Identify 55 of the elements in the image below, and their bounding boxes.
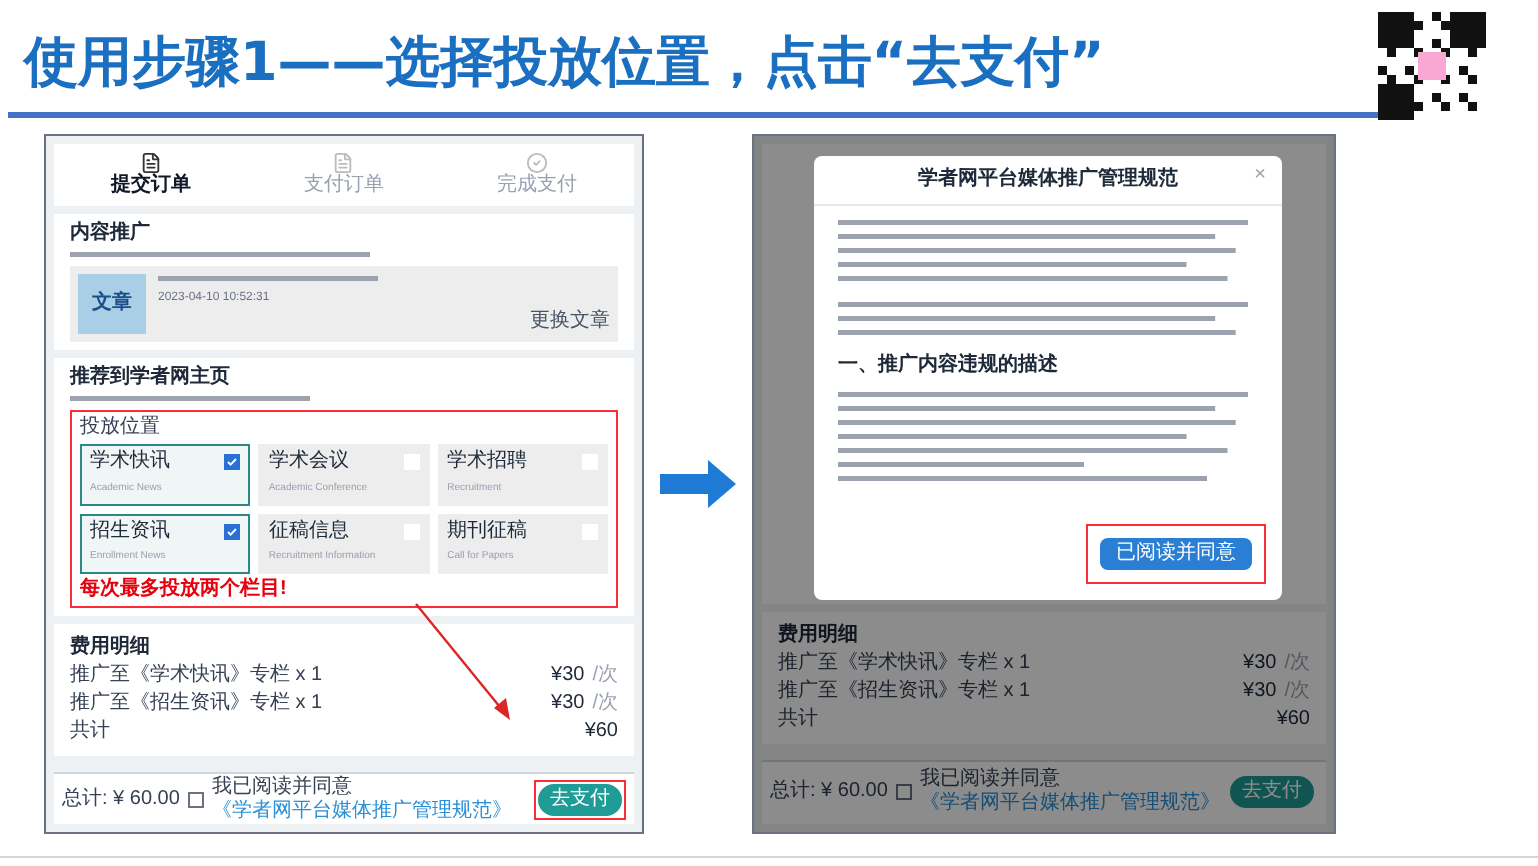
section-title: 一、推广内容违规的描述: [838, 354, 1060, 378]
thumbnail-text: 文章: [92, 292, 132, 316]
option-name: 学术招聘: [447, 450, 528, 475]
document-icon: [332, 152, 355, 174]
accept-button[interactable]: 已阅读并同意: [1100, 538, 1252, 570]
fee-unit: /次: [592, 664, 618, 688]
fee-item-label: 推广至《学术快讯》专栏 x 1: [778, 651, 1031, 676]
fee-price: ¥30: [1243, 679, 1277, 704]
step-label: 提交订单: [110, 174, 191, 198]
dialog-title: 学者网平台媒体推广管理规范: [918, 168, 1178, 192]
total-price: ¥60: [1276, 707, 1310, 732]
agreement-link[interactable]: 《学者网平台媒体推广管理规范》: [211, 799, 512, 821]
option-name: 期刊征稿: [447, 519, 528, 544]
position-label: 投放位置: [80, 416, 162, 440]
fee-item-label: 推广至《招生资讯》专栏 x 1: [70, 692, 323, 716]
option-name: 征稿信息: [268, 519, 351, 544]
agree-checkbox[interactable]: [187, 791, 204, 807]
step-label: 完成支付: [497, 174, 578, 198]
section-heading: 费用明细: [70, 636, 152, 660]
check-circle-icon: [526, 152, 549, 174]
section-heading: 推荐到学者网主页: [70, 366, 232, 390]
agree-checkbox[interactable]: [895, 784, 912, 801]
total-label: 共计: [778, 707, 818, 732]
fee-unit: /次: [1284, 651, 1310, 676]
checkmark-icon: [226, 456, 239, 468]
agreement-text: 我已阅读并同意 《学者网平台媒体推广管理规范》: [211, 775, 514, 823]
qr-code-icon: [1378, 12, 1486, 120]
fee-price: ¥30: [551, 664, 585, 688]
total-label: 共计: [70, 720, 110, 744]
agreement-text: 我已阅读并同意 《学者网平台媒体推广管理规范》: [919, 768, 1218, 817]
grand-total: 总计: ¥ 60.00: [770, 780, 888, 805]
arrow-icon: [660, 460, 736, 508]
pointer-arrow: [412, 600, 516, 724]
option-name: 学术会议: [268, 450, 351, 475]
warning-text: 每次最多投放两个栏目!: [80, 578, 289, 602]
checkmark-icon: [226, 525, 239, 537]
step-label: 支付订单: [303, 174, 384, 198]
fee-item-label: 推广至《招生资讯》专栏 x 1: [778, 679, 1031, 704]
option-name: 学术快讯: [90, 450, 170, 475]
option-name: 招生资讯: [90, 519, 170, 544]
fee-unit: /次: [592, 692, 618, 716]
section-heading: 内容推广: [70, 222, 152, 246]
document-icon: [139, 152, 162, 174]
fee-price: ¥30: [1243, 651, 1277, 676]
fee-unit: /次: [1284, 679, 1310, 704]
pay-button[interactable]: 去支付: [538, 783, 622, 815]
fee-item-label: 推广至《学术快讯》专栏 x 1: [70, 664, 323, 688]
grand-total: 总计: ¥ 60.00: [62, 787, 180, 811]
slide-title: 使用步骤1——选择投放位置，点击“去支付”: [24, 30, 1105, 98]
fee-price: ¥30: [551, 692, 585, 716]
option-checkbox[interactable]: [224, 454, 241, 470]
section-heading: 费用明细: [778, 623, 860, 648]
total-price: ¥60: [584, 720, 618, 744]
option-checkbox[interactable]: [224, 523, 241, 539]
change-article-link[interactable]: 更换文章: [530, 310, 610, 334]
